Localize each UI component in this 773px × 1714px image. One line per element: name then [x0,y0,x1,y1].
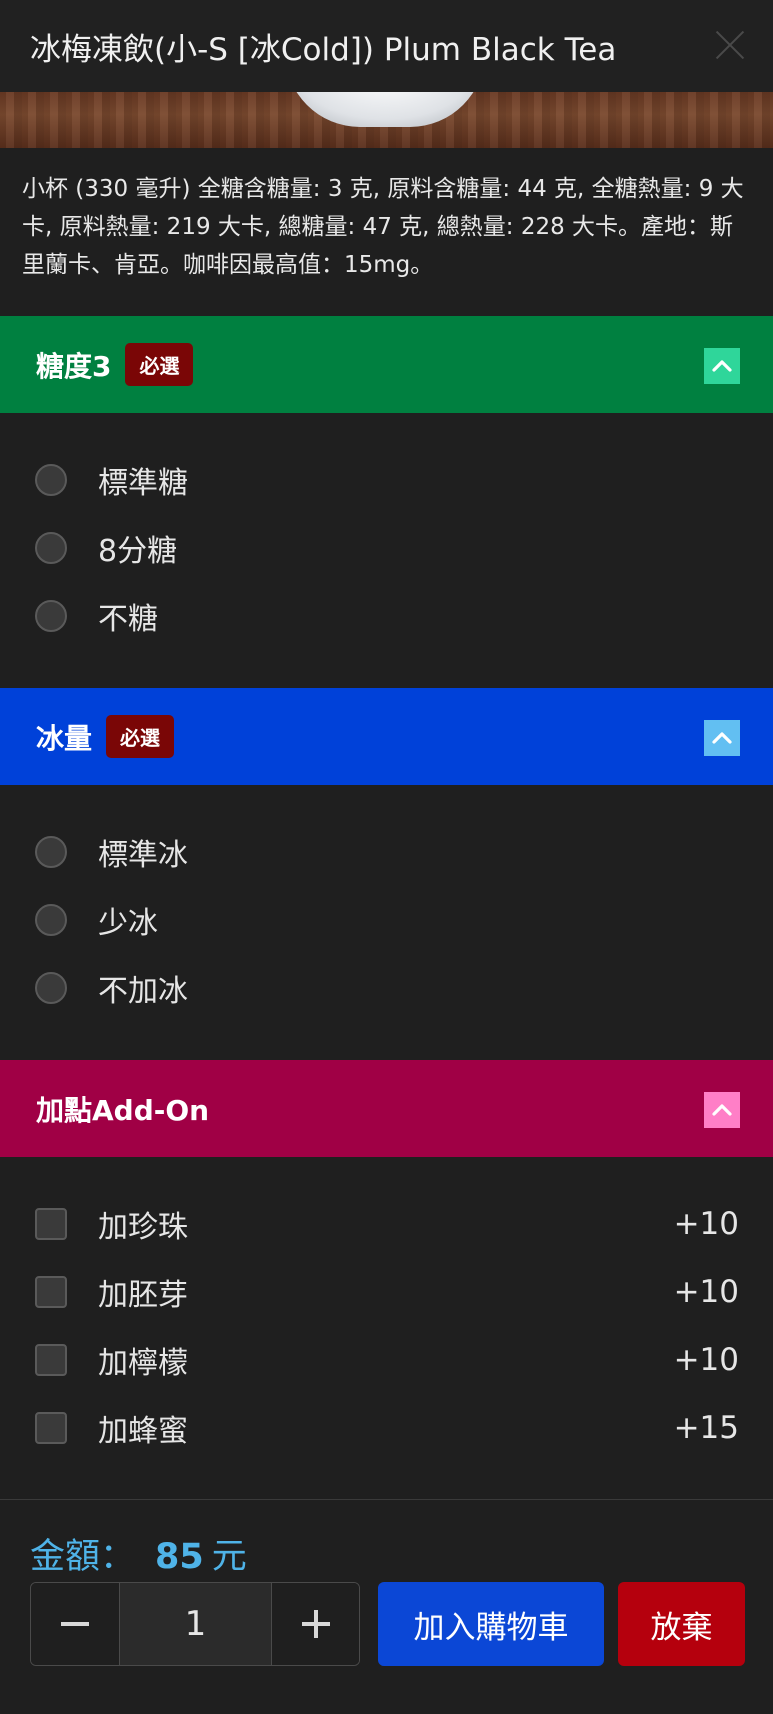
minus-icon [61,1622,89,1626]
total-value: 85 [155,1537,204,1577]
option-label: 標準糖 [98,466,188,501]
radio-button[interactable] [35,600,67,632]
quantity-input[interactable] [119,1583,271,1665]
option-price: +10 [673,1342,739,1378]
plus-icon [301,1610,330,1638]
section-header-sugar[interactable]: 糖度3 必選 [0,316,773,413]
product-option-dialog: 冰梅凍飲(小-S [冰Cold]) Plum Black Tea 小杯 (330… [0,0,773,1714]
option-row[interactable]: 少冰 [0,895,773,945]
section-title-addon: 加點Add-On [36,1093,210,1127]
option-price: +10 [673,1274,739,1310]
total-unit: 元 [211,1537,247,1577]
checkbox[interactable] [35,1276,67,1308]
dialog-header: 冰梅凍飲(小-S [冰Cold]) Plum Black Tea [0,0,773,92]
sugar-options: 標準糖 8分糖 不糖 [0,413,773,688]
option-label: 加檸檬 [98,1346,188,1381]
radio-button[interactable] [35,464,67,496]
increase-button[interactable] [271,1583,359,1665]
product-title: 冰梅凍飲(小-S [冰Cold]) Plum Black Tea [30,31,617,68]
checkbox[interactable] [35,1208,67,1240]
option-row[interactable]: 加檸檬 +10 [0,1335,773,1385]
addon-options: 加珍珠 +10 加胚芽 +10 加檸檬 +10 加蜂蜜 +15 [0,1157,773,1499]
radio-button[interactable] [35,972,67,1004]
chevron-up-icon[interactable] [704,720,740,756]
section-header-ice[interactable]: 冰量 必選 [0,688,773,785]
section-title-sugar: 糖度3 [36,349,112,383]
section-header-addon[interactable]: 加點Add-On [0,1060,773,1157]
option-row[interactable]: 標準冰 [0,827,773,877]
order-footer: 金額： 85元 加入購物車 放棄 [0,1499,773,1714]
product-description: 小杯 (330 毫升) 全糖含糖量: 3 克, 原料含糖量: 44 克, 全糖熱… [22,176,744,278]
option-label: 少冰 [98,906,158,941]
option-row[interactable]: 8分糖 [0,523,773,573]
add-to-cart-button[interactable]: 加入購物車 [378,1582,604,1666]
product-image [0,92,773,148]
option-label: 不加冰 [98,974,188,1009]
quantity-stepper [30,1582,360,1666]
option-label: 8分糖 [98,534,178,569]
required-badge: 必選 [106,715,175,758]
option-row[interactable]: 標準糖 [0,455,773,505]
decrease-button[interactable] [31,1583,119,1665]
option-label: 加胚芽 [98,1278,188,1313]
section-title-ice: 冰量 [36,721,93,755]
option-row[interactable]: 加胚芽 +10 [0,1267,773,1317]
chevron-up-icon[interactable] [704,348,740,384]
option-row[interactable]: 加蜂蜜 +15 [0,1403,773,1453]
ice-options: 標準冰 少冰 不加冰 [0,785,773,1060]
checkbox[interactable] [35,1412,67,1444]
option-row[interactable]: 不加冰 [0,963,773,1013]
option-label: 加蜂蜜 [98,1414,188,1449]
option-row[interactable]: 不糖 [0,591,773,641]
discard-button[interactable]: 放棄 [618,1582,745,1666]
total-amount: 金額： 85 元 [30,1528,247,1579]
total-label: 金額： [30,1537,136,1577]
option-label: 不糖 [98,602,158,637]
radio-button[interactable] [35,904,67,936]
option-row[interactable]: 加珍珠 +10 [0,1199,773,1249]
radio-button[interactable] [35,532,67,564]
option-label: 標準冰 [98,838,188,873]
checkbox[interactable] [35,1344,67,1376]
radio-button[interactable] [35,836,67,868]
option-label: 加珍珠 [98,1210,188,1245]
option-price: +10 [673,1206,739,1242]
option-price: +15 [673,1410,739,1446]
close-icon[interactable] [711,26,749,64]
required-badge: 必選 [125,343,194,386]
chevron-up-icon[interactable] [704,1092,740,1128]
